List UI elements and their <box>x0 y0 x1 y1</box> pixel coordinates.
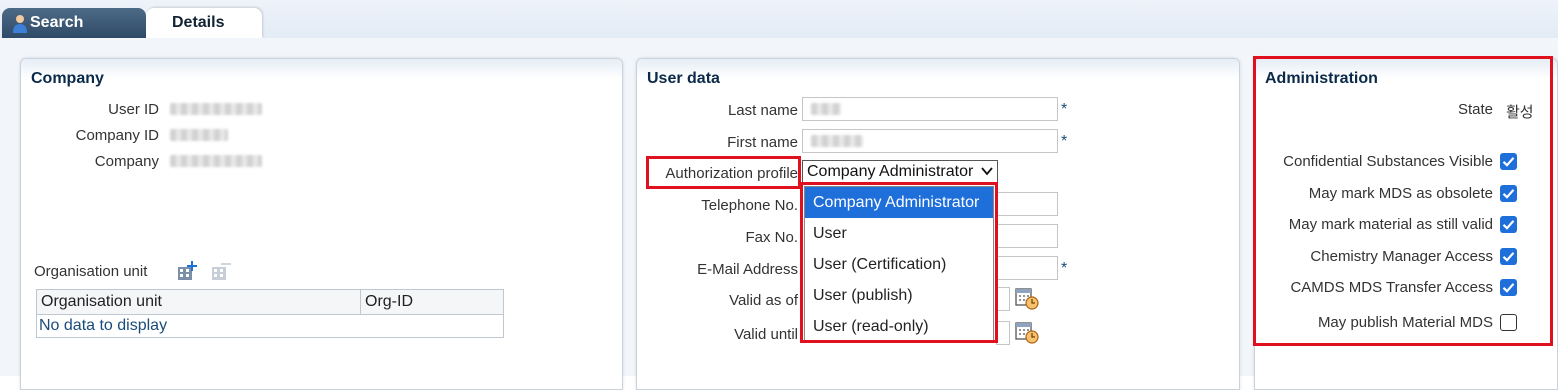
permission-checkbox[interactable] <box>1500 279 1517 296</box>
fax-label: Fax No. <box>745 229 798 246</box>
auth-profile-option[interactable]: User (read-only) <box>805 311 993 342</box>
permission-label: May publish Material MDS <box>1317 314 1493 331</box>
valid-until-label: Valid until <box>734 326 798 343</box>
company-value <box>170 155 262 167</box>
auth-profile-label: Authorization profile <box>665 165 798 182</box>
required-mark: * <box>1061 133 1068 150</box>
valid-as-of-label: Valid as of <box>729 292 798 309</box>
permission-checkbox[interactable] <box>1500 248 1517 265</box>
permission-label: May mark material as still valid <box>1288 216 1493 233</box>
company-id-label: Company ID <box>75 127 159 144</box>
last-name-label: Last name <box>727 102 798 119</box>
org-unit-table: Organisation unit Org-ID No data to disp… <box>36 289 504 338</box>
telephone-field[interactable] <box>996 192 1058 216</box>
last-name-value <box>811 103 841 115</box>
administration-panel-title: Administration <box>1265 70 1378 87</box>
auth-profile-option[interactable]: User (publish) <box>805 280 993 311</box>
last-name-field[interactable] <box>802 97 1058 121</box>
company-label: Company <box>94 153 159 170</box>
calendar-clock-icon[interactable] <box>1014 285 1040 315</box>
column-org-unit[interactable]: Organisation unit <box>37 290 361 314</box>
state-label: State <box>1457 101 1493 118</box>
permission-checkbox[interactable] <box>1500 216 1517 233</box>
panel-header <box>637 59 1239 79</box>
user-data-panel-title: User data <box>647 70 720 87</box>
auth-profile-option[interactable]: User (Certification) <box>805 249 993 280</box>
auth-profile-dropdown: Company Administrator User User (Certifi… <box>804 186 994 341</box>
telephone-label: Telephone No. <box>701 197 798 214</box>
required-mark: * <box>1061 101 1068 118</box>
email-label: E-Mail Address <box>697 261 798 278</box>
permission-checkbox[interactable] <box>1500 153 1517 170</box>
empty-message: No data to display <box>39 317 168 334</box>
auth-profile-option[interactable]: User <box>805 218 993 249</box>
fax-field[interactable] <box>996 224 1058 248</box>
user-id-label: User ID <box>108 101 159 118</box>
auth-profile-select[interactable]: Company Administrator <box>802 160 998 184</box>
org-unit-label: Organisation unit <box>34 263 148 280</box>
chevron-down-icon <box>981 163 993 181</box>
required-mark: * <box>1061 260 1068 277</box>
company-id-value <box>170 129 228 141</box>
auth-profile-option[interactable]: Company Administrator <box>805 187 993 218</box>
first-name-value <box>811 135 863 147</box>
column-org-id[interactable]: Org-ID <box>361 290 503 314</box>
user-id-value <box>170 103 262 115</box>
building-remove-icon <box>210 260 232 286</box>
valid-until-field[interactable] <box>996 321 1010 345</box>
calendar-clock-icon[interactable] <box>1014 319 1040 349</box>
permission-checkbox[interactable] <box>1500 185 1517 202</box>
permission-label: CAMDS MDS Transfer Access <box>1290 279 1493 296</box>
tab-bar: Search Details <box>0 0 1558 38</box>
permission-label: Chemistry Manager Access <box>1310 248 1493 265</box>
first-name-label: First name <box>727 134 798 151</box>
auth-profile-selected: Company Administrator <box>807 163 974 180</box>
state-value: 활성 <box>1506 104 1534 121</box>
user-icon <box>12 14 28 39</box>
tab-search-label: Search <box>30 14 84 31</box>
building-add-icon[interactable] <box>176 260 198 286</box>
checkmark-icon <box>1502 252 1515 262</box>
checkmark-icon <box>1502 157 1515 167</box>
checkmark-icon <box>1502 283 1515 293</box>
tab-search[interactable]: Search <box>2 8 146 38</box>
email-field[interactable] <box>996 256 1058 280</box>
checkmark-icon <box>1502 220 1515 230</box>
first-name-field[interactable] <box>802 129 1058 153</box>
permission-label: Confidential Substances Visible <box>1283 153 1493 170</box>
permission-label: May mark MDS as obsolete <box>1308 185 1493 202</box>
company-panel-title: Company <box>31 70 104 87</box>
tab-details[interactable]: Details <box>146 8 262 38</box>
permission-checkbox[interactable] <box>1500 314 1517 331</box>
valid-as-of-field[interactable] <box>996 287 1010 311</box>
panel-header <box>21 59 622 79</box>
checkmark-icon <box>1502 189 1515 199</box>
table-header: Organisation unit Org-ID <box>37 290 503 315</box>
tab-details-label: Details <box>172 14 225 31</box>
